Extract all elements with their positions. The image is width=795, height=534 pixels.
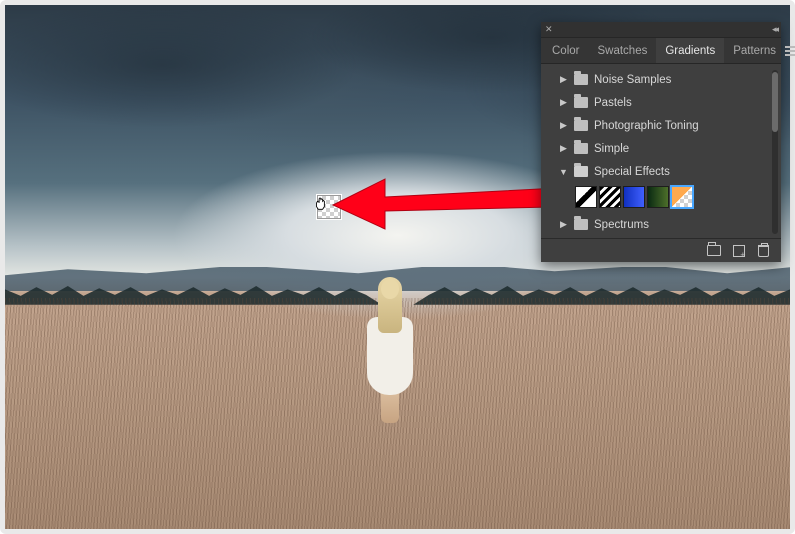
canvas-image-subject: [360, 277, 420, 437]
hamburger-icon: [785, 50, 795, 52]
special-effects-swatches: [545, 183, 772, 213]
folder-simple[interactable]: ▶ Simple: [545, 137, 772, 160]
folder-icon: [574, 120, 588, 131]
folder-label: Noise Samples: [594, 74, 671, 86]
gradient-folder-tree: ▶ Noise Samples ▶ Pastels ▶ Photographic…: [541, 68, 772, 236]
collapse-icon[interactable]: ◂◂: [772, 24, 777, 35]
folder-spectrums[interactable]: ▶ Spectrums: [545, 213, 772, 236]
folder-special-effects[interactable]: ▼ Special Effects: [545, 160, 772, 183]
tab-gradients[interactable]: Gradients: [656, 38, 724, 63]
folder-label: Simple: [594, 143, 629, 155]
folder-icon: [574, 74, 588, 85]
folder-photographic-toning[interactable]: ▶ Photographic Toning: [545, 114, 772, 137]
new-group-icon: [707, 245, 721, 256]
folder-pastels[interactable]: ▶ Pastels: [545, 91, 772, 114]
tab-color[interactable]: Color: [543, 38, 588, 63]
gradient-swatch[interactable]: [623, 186, 645, 208]
folder-label: Photographic Toning: [594, 120, 699, 132]
folder-icon: [574, 143, 588, 154]
gradient-swatch[interactable]: [647, 186, 669, 208]
scrollbar-thumb[interactable]: [772, 72, 778, 132]
panel-titlebar[interactable]: ✕ ◂◂: [541, 22, 781, 38]
new-preset-icon: [733, 245, 745, 257]
close-icon[interactable]: ✕: [545, 24, 553, 35]
panel-tabs: Color Swatches Gradients Patterns: [541, 38, 781, 64]
gradient-drop-target[interactable]: [317, 195, 341, 219]
trash-icon: [758, 245, 769, 257]
chevron-right-icon: ▶: [559, 120, 568, 131]
gradient-swatch-selected[interactable]: [671, 186, 693, 208]
folder-noise-samples[interactable]: ▶ Noise Samples: [545, 68, 772, 91]
chevron-down-icon: ▼: [559, 167, 568, 177]
chevron-right-icon: ▶: [559, 97, 568, 108]
panel-footer: [541, 238, 781, 262]
folder-label: Spectrums: [594, 219, 649, 231]
chevron-right-icon: ▶: [559, 143, 568, 154]
folder-label: Special Effects: [594, 166, 670, 178]
tab-swatches[interactable]: Swatches: [588, 38, 656, 63]
delete-button[interactable]: [756, 243, 771, 258]
tab-patterns[interactable]: Patterns: [724, 38, 785, 63]
folder-icon: [574, 97, 588, 108]
panel-scrollbar[interactable]: [772, 70, 778, 234]
chevron-right-icon: ▶: [559, 74, 568, 85]
gradient-swatch[interactable]: [575, 186, 597, 208]
folder-label: Pastels: [594, 97, 632, 109]
folder-icon: [574, 219, 588, 230]
gradients-panel: ✕ ◂◂ Color Swatches Gradients Patterns ▶…: [541, 22, 781, 262]
new-preset-button[interactable]: [731, 243, 746, 258]
folder-open-icon: [574, 166, 588, 177]
new-group-button[interactable]: [706, 243, 721, 258]
gradient-swatch[interactable]: [599, 186, 621, 208]
panel-menu-button[interactable]: [785, 50, 795, 52]
chevron-right-icon: ▶: [559, 219, 568, 230]
